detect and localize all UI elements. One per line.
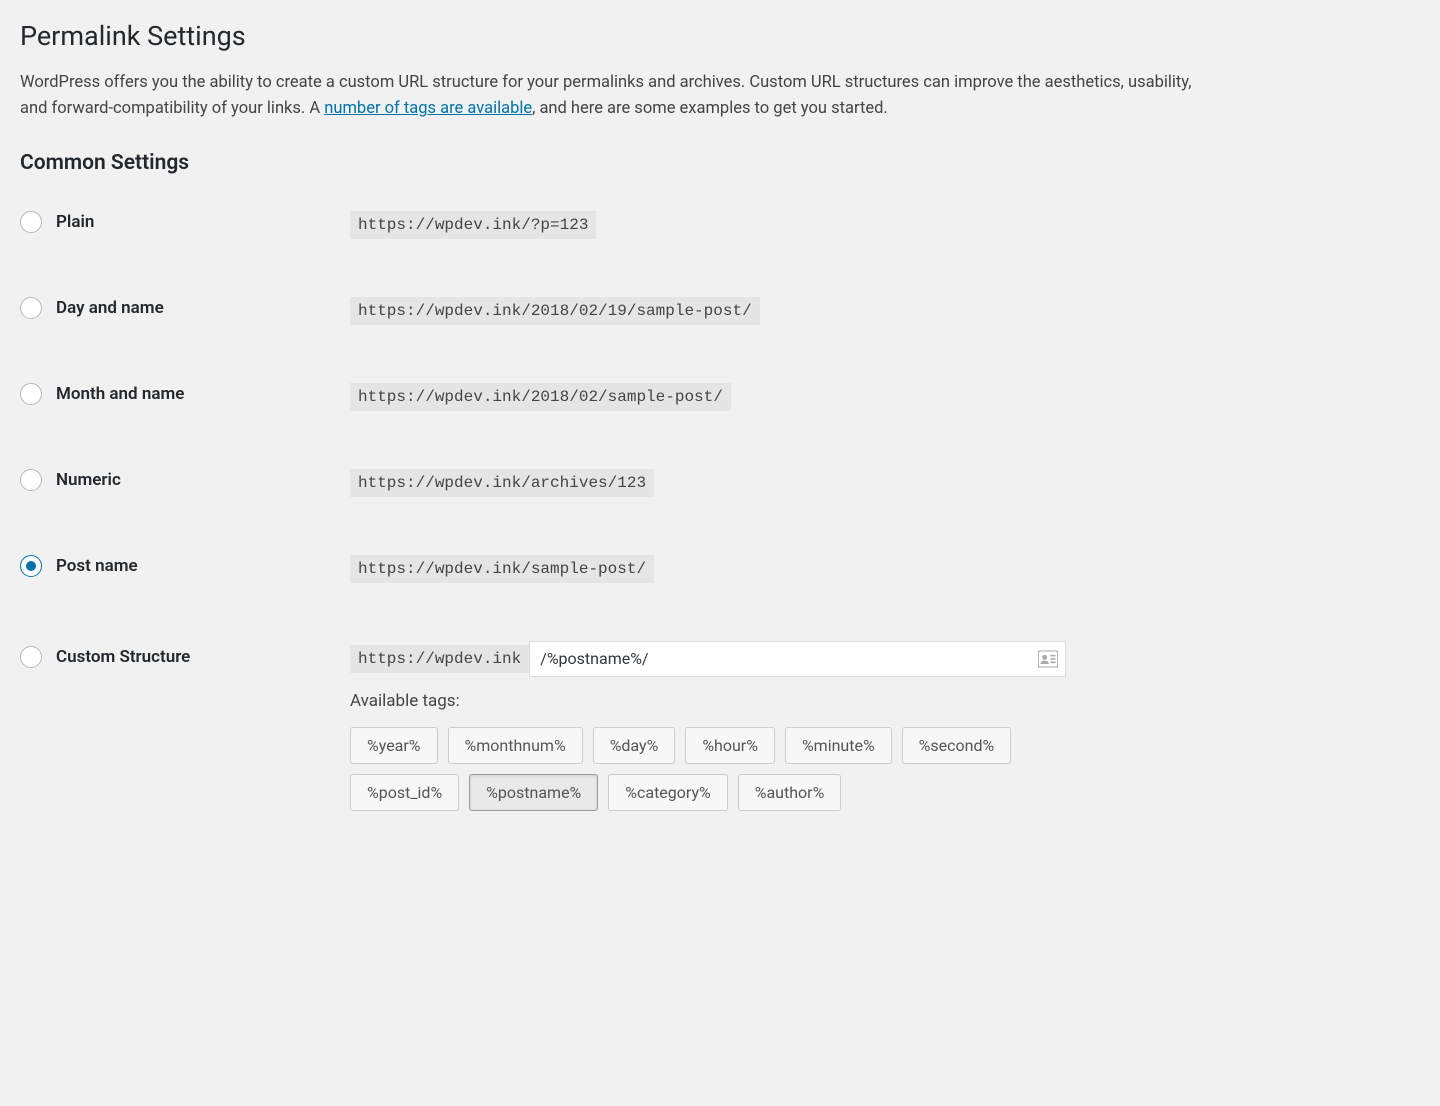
structure-row-day-name: Day and name https://wpdev.ink/2018/02/1… xyxy=(20,297,1220,325)
label-custom[interactable]: Custom Structure xyxy=(56,647,190,667)
radio-numeric[interactable] xyxy=(20,469,42,491)
tag-button-category[interactable]: %category% xyxy=(608,774,727,811)
structure-row-month-name: Month and name https://wpdev.ink/2018/02… xyxy=(20,383,1220,411)
example-numeric: https://wpdev.ink/archives/123 xyxy=(350,469,654,497)
label-plain[interactable]: Plain xyxy=(56,212,94,232)
example-post-name: https://wpdev.ink/sample-post/ xyxy=(350,555,654,583)
tag-button-post-id[interactable]: %post_id% xyxy=(350,774,459,811)
structure-row-post-name: Post name https://wpdev.ink/sample-post/ xyxy=(20,555,1220,583)
available-tags-container: %year% %monthnum% %day% %hour% %minute% … xyxy=(350,727,1130,811)
page-description: WordPress offers you the ability to crea… xyxy=(20,70,1220,123)
custom-prefix: https://wpdev.ink xyxy=(350,645,529,673)
common-settings-heading: Common Settings xyxy=(20,151,1220,175)
example-plain: https://wpdev.ink/?p=123 xyxy=(350,211,596,239)
label-day-name[interactable]: Day and name xyxy=(56,298,164,318)
structure-row-numeric: Numeric https://wpdev.ink/archives/123 xyxy=(20,469,1220,497)
tag-button-second[interactable]: %second% xyxy=(902,727,1012,764)
example-day-name: https://wpdev.ink/2018/02/19/sample-post… xyxy=(350,297,760,325)
structure-row-custom: Custom Structure https://wpdev.ink Avail… xyxy=(20,641,1220,811)
label-numeric[interactable]: Numeric xyxy=(56,470,121,490)
description-text-after: , and here are some examples to get you … xyxy=(532,99,888,118)
custom-structure-input[interactable] xyxy=(529,641,1066,677)
tag-button-monthnum[interactable]: %monthnum% xyxy=(448,727,583,764)
tags-available-link[interactable]: number of tags are available xyxy=(324,99,532,118)
radio-day-name[interactable] xyxy=(20,297,42,319)
contact-card-icon xyxy=(1038,650,1058,667)
tag-button-day[interactable]: %day% xyxy=(593,727,676,764)
radio-post-name[interactable] xyxy=(20,555,42,577)
structure-row-plain: Plain https://wpdev.ink/?p=123 xyxy=(20,211,1220,239)
tag-button-postname[interactable]: %postname% xyxy=(469,774,598,811)
page-title: Permalink Settings xyxy=(20,20,1220,52)
tag-button-minute[interactable]: %minute% xyxy=(785,727,892,764)
radio-month-name[interactable] xyxy=(20,383,42,405)
available-tags-label: Available tags: xyxy=(350,691,1220,711)
label-month-name[interactable]: Month and name xyxy=(56,384,184,404)
label-post-name[interactable]: Post name xyxy=(56,556,138,576)
tag-button-year[interactable]: %year% xyxy=(350,727,438,764)
radio-plain[interactable] xyxy=(20,211,42,233)
tag-button-author[interactable]: %author% xyxy=(738,774,842,811)
tag-button-hour[interactable]: %hour% xyxy=(685,727,775,764)
example-month-name: https://wpdev.ink/2018/02/sample-post/ xyxy=(350,383,731,411)
radio-custom[interactable] xyxy=(20,646,42,668)
